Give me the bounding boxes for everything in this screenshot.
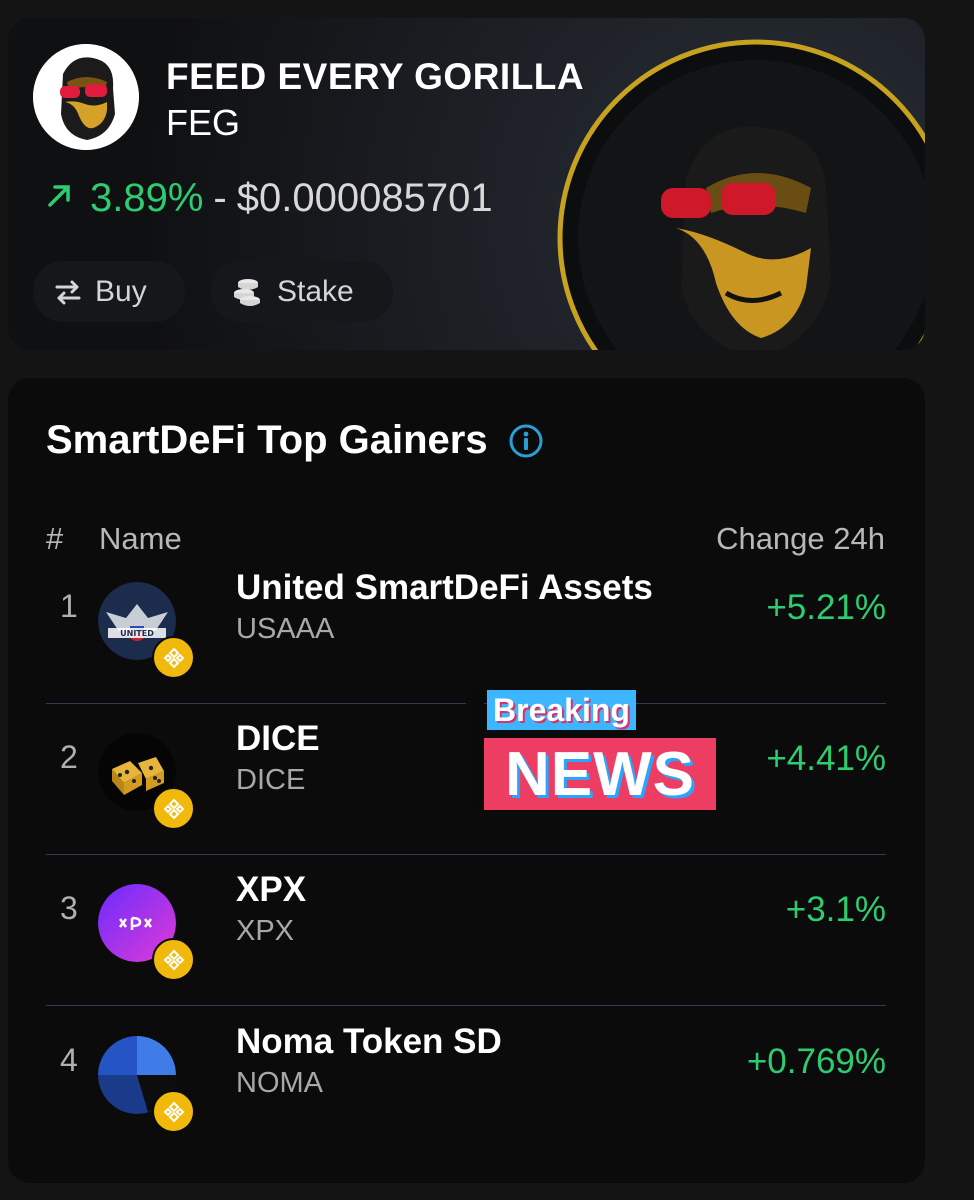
breaking-news-overlay: Breaking NEWS — [466, 682, 718, 812]
price-row: 3.89% - $0.000085701 — [44, 176, 493, 221]
coin-stack-icon — [234, 278, 260, 306]
token-price: $0.000085701 — [236, 176, 493, 220]
row-token-symbol: NOMA — [236, 1067, 323, 1099]
stake-label: Stake — [277, 274, 354, 308]
row-token-symbol: DICE — [236, 764, 306, 796]
info-icon[interactable] — [508, 423, 544, 459]
row-rank: 4 — [60, 1042, 78, 1078]
arrow-up-right-icon — [44, 176, 76, 221]
row-token-name: Noma Token SD — [236, 1022, 502, 1061]
column-header-name[interactable]: Name — [99, 521, 182, 557]
price-change: 3.89% — [90, 176, 204, 220]
table-row[interactable]: 4 Noma Token SD NOMA +0.769% — [46, 1008, 886, 1158]
svg-text:UNITED: UNITED — [120, 629, 154, 638]
buy-button[interactable]: Buy — [33, 261, 185, 322]
row-change: +5.21% — [766, 588, 886, 627]
bnb-chain-badge-icon — [152, 938, 195, 981]
row-rank: 1 — [60, 588, 78, 624]
price-separator: - — [213, 176, 227, 220]
token-name: FEED EVERY GORILLA — [166, 56, 585, 97]
row-change: +0.769% — [746, 1042, 886, 1081]
buy-label: Buy — [95, 274, 147, 308]
token-hero-card: FEED EVERY GORILLA FEG 3.89% - $0.000085… — [8, 18, 925, 350]
token-symbol: FEG — [166, 102, 241, 143]
column-header-rank: # — [46, 521, 64, 556]
news-label: NEWS — [484, 738, 716, 810]
row-token-symbol: USAAA — [236, 613, 335, 645]
row-change: +4.41% — [766, 739, 886, 778]
token-avatar — [98, 884, 198, 984]
bnb-chain-badge-icon — [152, 787, 195, 830]
gorilla-coin-background — [557, 39, 925, 350]
row-token-name: XPX — [236, 870, 307, 909]
row-token-name: DICE — [236, 719, 320, 758]
bnb-chain-badge-icon — [152, 1090, 195, 1133]
token-avatar — [98, 733, 198, 833]
section-title: SmartDeFi Top Gainers — [46, 418, 544, 463]
row-token-name: United SmartDeFi Assets — [236, 568, 653, 607]
row-change: +3.1% — [785, 890, 886, 929]
swap-arrows-icon — [55, 280, 81, 304]
row-rank: 2 — [60, 739, 78, 775]
table-row[interactable]: 3 XPX XPX +3.1% — [46, 856, 886, 1006]
stake-button[interactable]: Stake — [211, 261, 393, 322]
breaking-label: Breaking — [487, 690, 636, 730]
row-rank: 3 — [60, 890, 78, 926]
row-token-symbol: XPX — [236, 915, 295, 947]
breaking-news-bar — [466, 682, 484, 810]
column-header-change[interactable]: Change 24h — [716, 521, 885, 557]
token-avatar: UNITED — [98, 582, 198, 682]
feg-logo — [33, 44, 139, 150]
section-title-text: SmartDeFi Top Gainers — [46, 418, 488, 462]
bnb-chain-badge-icon — [152, 636, 195, 679]
token-avatar — [98, 1036, 198, 1136]
